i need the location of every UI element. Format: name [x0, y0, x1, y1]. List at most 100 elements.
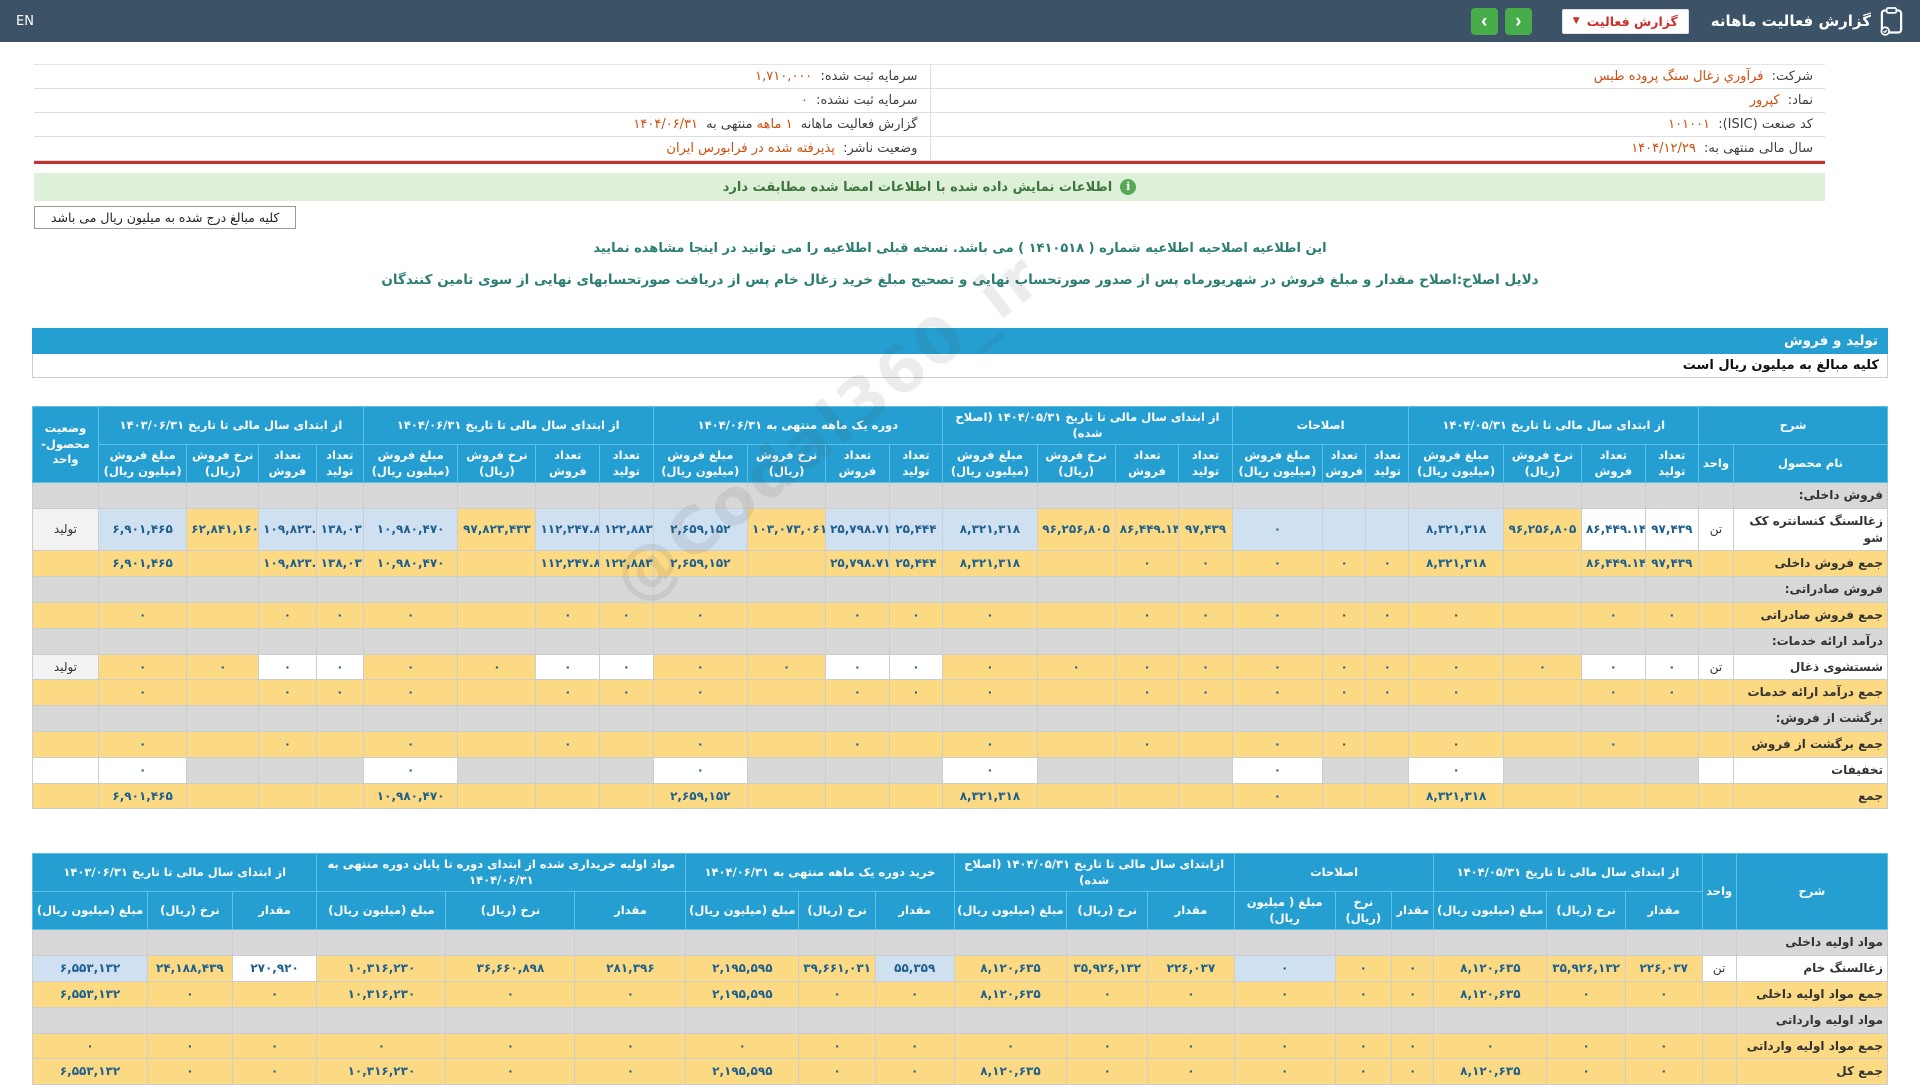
status-cell	[33, 757, 99, 783]
status-cell	[33, 783, 99, 809]
table-cell: ۹۷,۸۲۳,۴۳۳	[458, 508, 536, 551]
table-cell: ۰	[536, 732, 600, 758]
unit-cell	[1699, 680, 1734, 706]
table-cell	[536, 483, 600, 509]
table-cell	[33, 577, 99, 603]
table-cell: ۰	[1335, 956, 1391, 982]
table-cell: ۰	[1323, 654, 1366, 680]
table-cell	[1037, 757, 1115, 783]
table-cell: ۰	[1115, 654, 1179, 680]
table-cell	[1503, 783, 1581, 809]
table-cell: ۸۶,۴۴۹.۱۴	[1581, 508, 1645, 551]
unit-cell	[1699, 551, 1734, 577]
issuer-status-label: وضعیت ناشر:	[843, 141, 917, 156]
table-cell: ۰	[446, 1033, 575, 1059]
table-cell	[458, 483, 536, 509]
table-cell: ۱۳۸,۰۳۶	[316, 551, 363, 577]
table-cell	[889, 628, 942, 654]
table-cell	[875, 930, 954, 956]
table-cell	[316, 706, 363, 732]
previous-report-button[interactable]: ‹	[1505, 8, 1532, 35]
status-cell	[33, 680, 99, 706]
table-cell: ۰	[1645, 603, 1698, 629]
previous-version-link[interactable]: اینجا	[689, 241, 718, 256]
table-cell	[686, 930, 799, 956]
table-cell	[1179, 783, 1232, 809]
table-cell: ۰	[363, 603, 458, 629]
table-cell	[653, 628, 748, 654]
table-cell	[1547, 1007, 1626, 1033]
table-cell: ۰	[575, 1033, 686, 1059]
table-units-caption: کلیه مبالغ به میلیون ریال است	[32, 354, 1888, 378]
table-cell	[1037, 577, 1115, 603]
table-cell: ۰	[232, 982, 317, 1008]
table-cell	[1037, 603, 1115, 629]
raw-material-purchase-table: شرحواحداز ابتدای سال مالی تا تاریخ ۱۴۰۴/…	[32, 853, 1888, 1085]
table-cell	[1366, 706, 1409, 732]
table-cell: ۱۱۲,۲۴۷.۸۵	[536, 508, 600, 551]
table-cell: ۰	[1232, 654, 1322, 680]
column-header: نرخ فروش (ریال)	[748, 445, 826, 483]
language-switch-link[interactable]: EN	[16, 14, 34, 29]
column-header: تعداد فروش	[1581, 445, 1645, 483]
table-cell	[1702, 1007, 1736, 1033]
table-cell: ۰	[1547, 1033, 1626, 1059]
table-cell	[536, 577, 600, 603]
table-cell	[1232, 483, 1322, 509]
column-header: مقدار	[1392, 892, 1434, 930]
table-cell	[1503, 551, 1581, 577]
table-cell	[686, 1007, 799, 1033]
column-header: نرخ فروش (ریال)	[1037, 445, 1115, 483]
table-cell: ۰	[1232, 551, 1322, 577]
next-report-button[interactable]: ›	[1471, 8, 1498, 35]
table-cell	[1503, 628, 1581, 654]
table-cell	[187, 551, 259, 577]
company-info-table: شرکت: فرآوري زغال سنگ پروده طبس سرمایه ث…	[34, 64, 1825, 164]
table-cell: ۰	[259, 603, 317, 629]
status-cell: تولید	[33, 654, 99, 680]
table-cell: ۱۲۲,۸۸۳	[600, 508, 653, 551]
table-cell	[1067, 1007, 1148, 1033]
table-cell: ۱۰۹,۸۲۳.۹۶	[259, 508, 317, 551]
column-header: از ابتدای سال مالی تا تاریخ ۱۴۰۴/۰۶/۳۱	[363, 407, 653, 445]
table-cell: ۱۰,۳۱۶,۲۳۰	[317, 956, 446, 982]
table-cell	[875, 1007, 954, 1033]
table-cell	[98, 577, 186, 603]
table-cell	[1366, 483, 1409, 509]
section-label: مواد اولیه وارداتی	[1736, 1007, 1887, 1033]
table-row: جمع فروش داخلی۹۷,۴۳۹۸۶,۴۴۹.۱۴۸,۳۲۱,۳۱۸۰۰…	[33, 551, 1888, 577]
report-type-dropdown[interactable]: گزارش فعالیت ▼	[1562, 9, 1689, 34]
unit-cell: تن	[1699, 654, 1734, 680]
table-cell: ۰	[1232, 783, 1322, 809]
column-header: تعداد تولید	[1366, 445, 1409, 483]
table-cell	[1581, 628, 1645, 654]
table-cell: ۰	[148, 982, 233, 1008]
table-cell: ۰	[1645, 680, 1698, 706]
table-cell	[446, 930, 575, 956]
table-cell: ۰	[33, 1033, 148, 1059]
unregistered-capital-value: ۰	[801, 93, 808, 108]
table-cell	[748, 603, 826, 629]
table-cell: ۰	[1323, 551, 1366, 577]
table-cell	[1645, 483, 1698, 509]
table-row: زغالسنگ خامتن۲۲۶,۰۳۷۳۵,۹۲۶,۱۳۲۸,۱۲۰,۶۳۵۰…	[33, 956, 1888, 982]
table-cell	[1366, 732, 1409, 758]
column-header: نرخ (ریال)	[799, 892, 876, 930]
column-header: مبلغ فروش (میلیون ریال)	[943, 445, 1037, 483]
table-row: جمع مواد اولیه داخلی۰۰۸,۱۲۰,۶۳۵۰۰۰۰۰۸,۱۲…	[33, 982, 1888, 1008]
table-cell: ۰	[1234, 956, 1335, 982]
unregistered-capital-row: سرمایه ثبت نشده: ۰	[34, 89, 930, 113]
table-cell	[458, 732, 536, 758]
table-cell: ۰	[1148, 1059, 1235, 1085]
column-header: مبلغ فروش (میلیون ریال)	[653, 445, 748, 483]
table-cell	[1232, 577, 1322, 603]
table-cell: ۰	[748, 654, 826, 680]
table-cell: ۰	[1366, 654, 1409, 680]
table-cell	[943, 628, 1037, 654]
table-cell: ۲,۱۹۵,۵۹۵	[686, 982, 799, 1008]
column-header: مبلغ فروش (میلیون ریال)	[1409, 445, 1504, 483]
row-label: زغالسنگ کنسانتره کک شو	[1733, 508, 1887, 551]
column-header: نرخ (ریال)	[1547, 892, 1626, 930]
column-header: مواد اولیه خریداری شده از ابتدای دوره تا…	[317, 854, 686, 892]
table-cell	[826, 706, 890, 732]
